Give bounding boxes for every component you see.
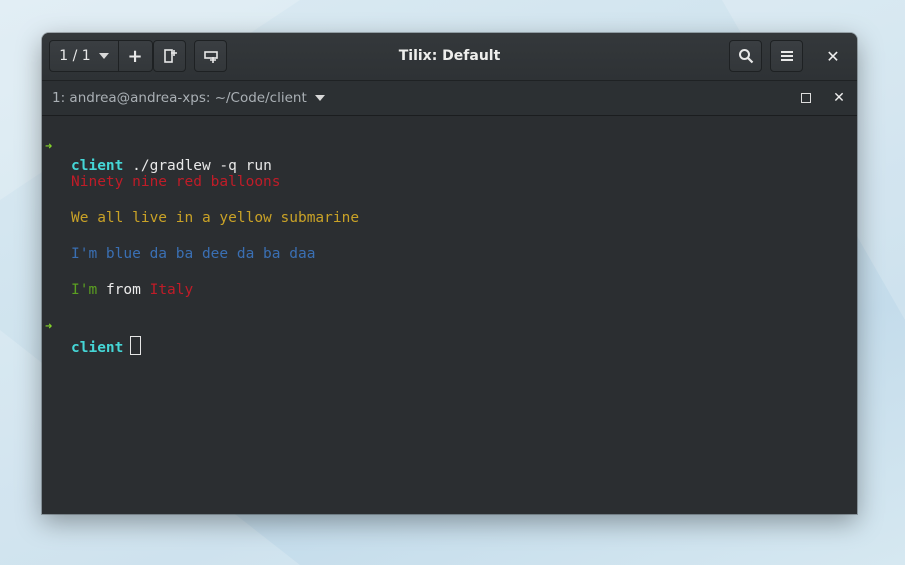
prompt-directory: client (71, 340, 124, 356)
output-segment: Italy (149, 282, 194, 298)
add-terminal-down-icon (203, 51, 218, 63)
plus-icon: + (127, 45, 143, 67)
search-button[interactable] (729, 40, 762, 72)
chevron-down-icon (98, 53, 109, 59)
output-segment: from (105, 282, 141, 298)
terminal-title: 1: andrea@andrea-xps: ~/Code/client (52, 90, 307, 106)
add-session-button[interactable]: + (118, 41, 152, 71)
prompt-text: client (71, 336, 142, 358)
terminal-line: I'm blue da ba dee da ba daa (42, 224, 315, 262)
close-icon: ✕ (833, 90, 845, 106)
search-icon (738, 49, 753, 64)
chevron-down-icon (314, 95, 325, 101)
terminal-title-button[interactable]: 1: andrea@andrea-xps: ~/Code/client (52, 81, 325, 115)
hamburger-menu-icon (780, 51, 793, 61)
output-line: I'm blue da ba dee da ba daa (71, 246, 316, 262)
menu-button[interactable] (770, 40, 803, 72)
terminal-output[interactable]: ➜ client ./gradlew -q run Ninety nine re… (42, 116, 857, 514)
terminal-line-prompt: ➜ client (42, 296, 142, 356)
terminal-line-command: ➜ client ./gradlew -q run (42, 116, 272, 174)
window-close-button[interactable]: ✕ (817, 40, 849, 72)
maximize-terminal-button[interactable] (801, 93, 811, 103)
tilix-window: 1 / 1 + Tilix: Default ✕ 1: andrea@andre… (42, 33, 857, 514)
terminal-line: We all live in a yellow submarine (42, 188, 359, 226)
header-bar: 1 / 1 + Tilix: Default ✕ (42, 33, 857, 81)
close-icon: ✕ (826, 46, 840, 66)
close-terminal-button[interactable]: ✕ (831, 88, 847, 108)
terminal-line: Ninety nine red balloons (42, 152, 281, 190)
add-terminal-right-button[interactable] (153, 40, 186, 72)
session-switcher-button[interactable]: 1 / 1 (50, 41, 119, 71)
session-button-group: 1 / 1 + (49, 40, 153, 72)
terminal-line: I'm from Italy (42, 260, 193, 298)
terminal-title-bar: 1: andrea@andrea-xps: ~/Code/client ✕ (42, 81, 857, 116)
output-line: We all live in a yellow submarine (71, 210, 360, 226)
output-line: Ninety nine red balloons (71, 174, 281, 190)
add-terminal-right-icon (163, 49, 177, 63)
add-terminal-down-button[interactable] (194, 40, 227, 72)
terminal-cursor (130, 336, 142, 355)
prompt-arrow-icon: ➜ (45, 319, 53, 333)
session-counter: 1 / 1 (59, 48, 91, 64)
